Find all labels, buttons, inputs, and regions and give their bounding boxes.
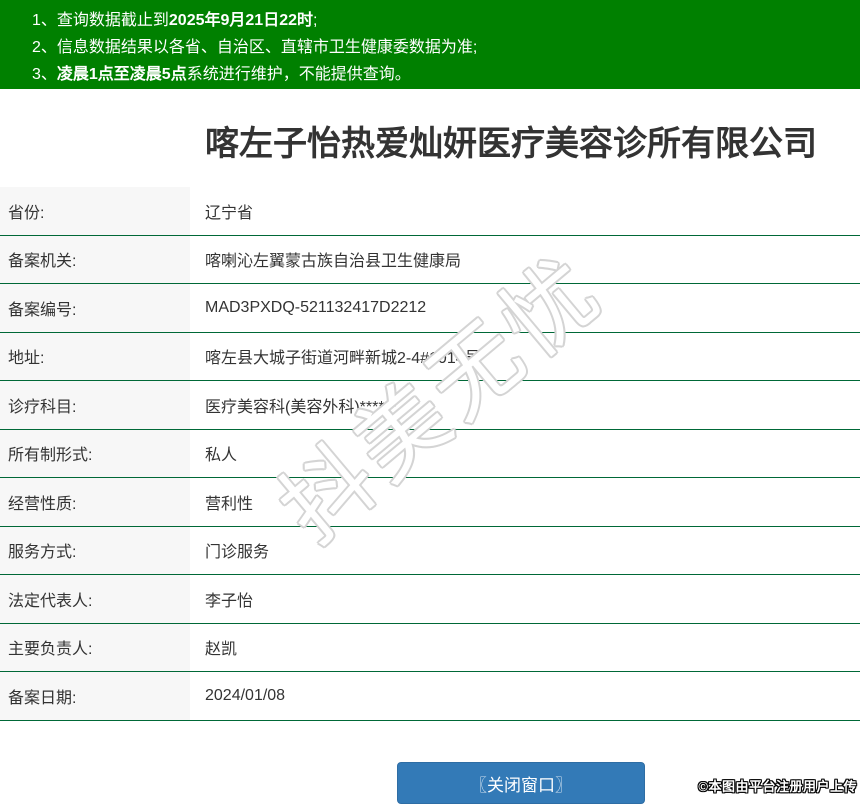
table-row-record-date: 备案日期: 2024/01/08 [0,672,860,721]
notice-line-3-suffix: 系统进行维护，不能提供查询。 [187,66,411,83]
row-value: 门诊服务 [190,527,860,575]
notice-line-3-bold: 凌晨1点至凌晨5点 [57,66,187,83]
row-label: 服务方式: [0,527,190,575]
notice-line-3: 3、凌晨1点至凌晨5点系统进行维护，不能提供查询。 [32,61,850,88]
notice-line-3-text: 3、 [32,66,57,83]
row-label: 经营性质: [0,478,190,526]
row-label: 地址: [0,333,190,381]
notice-line-1: 1、查询数据截止到2025年9月21日22时; [32,7,850,34]
notice-line-1-suffix: ; [313,12,317,29]
table-row-record-number: 备案编号: MAD3PXDQ-521132417D2212 [0,284,860,333]
table-row-principal: 主要负责人: 赵凯 [0,624,860,673]
row-label: 备案日期: [0,672,190,720]
row-value: MAD3PXDQ-521132417D2212 [190,284,860,332]
table-row-ownership: 所有制形式: 私人 [0,430,860,479]
table-row-authority: 备案机关: 喀喇沁左翼蒙古族自治县卫生健康局 [0,236,860,285]
row-value: 喀左县大城子街道河畔新城2-4#1014号 [190,333,860,381]
table-row-service-mode: 服务方式: 门诊服务 [0,527,860,576]
notice-line-2-text: 2、信息数据结果以各省、自治区、直辖市卫生健康委数据为准; [32,39,477,56]
row-value: 李子怡 [190,575,860,623]
notice-banner: 1、查询数据截止到2025年9月21日22时; 2、信息数据结果以各省、自治区、… [0,0,860,89]
notice-line-1-bold: 2025年9月21日22时 [169,12,313,29]
row-value: 医疗美容科(美容外科)****** [190,381,860,429]
notice-line-1-text: 1、查询数据截止到 [32,12,169,29]
table-row-departments: 诊疗科目: 医疗美容科(美容外科)****** [0,381,860,430]
row-label: 省份: [0,187,190,235]
uploader-credit-watermark: ©本图由平台注册用户上传 [698,776,857,795]
table-row-legal-representative: 法定代表人: 李子怡 [0,575,860,624]
row-value: 喀喇沁左翼蒙古族自治县卫生健康局 [190,236,860,284]
row-value: 营利性 [190,478,860,526]
row-value: 赵凯 [190,624,860,672]
table-row-province: 省份: 辽宁省 [0,187,860,236]
row-label: 所有制形式: [0,430,190,478]
page-title: 喀左子怡热爱灿妍医疗美容诊所有限公司 [81,122,860,166]
row-label: 主要负责人: [0,624,190,672]
row-label: 法定代表人: [0,575,190,623]
notice-line-2: 2、信息数据结果以各省、自治区、直辖市卫生健康委数据为准; [32,34,850,61]
row-label: 备案编号: [0,284,190,332]
row-label: 诊疗科目: [0,381,190,429]
row-value: 辽宁省 [190,187,860,235]
row-label: 备案机关: [0,236,190,284]
close-window-button[interactable]: 〖关闭窗口〗 [397,762,645,804]
table-row-business-nature: 经营性质: 营利性 [0,478,860,527]
row-value: 2024/01/08 [190,672,860,720]
table-row-address: 地址: 喀左县大城子街道河畔新城2-4#1014号 [0,333,860,382]
registration-info-table: 省份: 辽宁省 备案机关: 喀喇沁左翼蒙古族自治县卫生健康局 备案编号: MAD… [0,187,860,721]
row-value: 私人 [190,430,860,478]
